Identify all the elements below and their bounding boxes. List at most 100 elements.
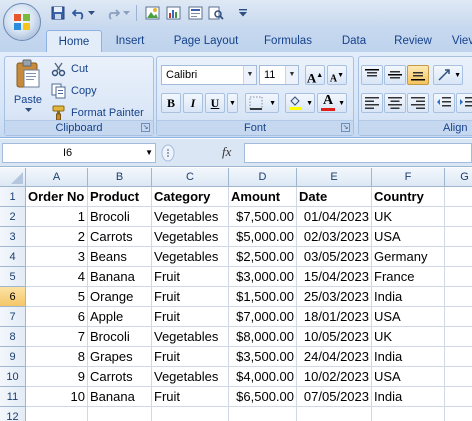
cell-country[interactable]: UK (372, 327, 445, 347)
cell-date[interactable]: 07/05/2023 (297, 387, 372, 407)
cell-product[interactable]: Beans (88, 247, 152, 267)
cell-country[interactable]: Germany (372, 247, 445, 267)
tab-data[interactable]: Data (332, 30, 376, 52)
font-name-select[interactable]: Calibri ▼ (161, 65, 257, 85)
header-cell-order-no[interactable]: Order No (26, 187, 88, 207)
empty-cell[interactable] (297, 407, 372, 421)
cell-product[interactable]: Orange (88, 287, 152, 307)
grip-icon[interactable] (160, 143, 176, 163)
column-header-col-d[interactable]: D (229, 168, 297, 187)
cell-date[interactable]: 18/01/2023 (297, 307, 372, 327)
italic-button[interactable]: I (183, 93, 203, 113)
decrease-indent-button[interactable] (433, 93, 455, 113)
top-align-button[interactable] (361, 65, 383, 85)
cell-amount[interactable]: $3,500.00 (229, 347, 297, 367)
orientation-button[interactable]: ▼ (433, 65, 463, 85)
clipboard-launcher-icon[interactable]: ↘ (141, 123, 150, 132)
row-header[interactable]: 5 (0, 267, 26, 287)
row-header[interactable]: 12 (0, 407, 26, 421)
row-header[interactable]: 6 (0, 287, 26, 307)
cell-category[interactable]: Vegetables (152, 247, 229, 267)
cell-product[interactable]: Carrots (88, 367, 152, 387)
underline-dropdown-icon[interactable]: ▼ (227, 93, 238, 113)
header-cell-product[interactable]: Product (88, 187, 152, 207)
font-size-select[interactable]: 11 ▼ (259, 65, 299, 85)
empty-cell[interactable] (445, 267, 472, 287)
cell-amount[interactable]: $3,000.00 (229, 267, 297, 287)
cell-country[interactable]: France (372, 267, 445, 287)
cell-category[interactable]: Vegetables (152, 327, 229, 347)
font-color-button[interactable]: A ▼ (317, 93, 347, 113)
empty-cell[interactable] (445, 327, 472, 347)
grow-font-button[interactable]: A▲ (305, 65, 325, 85)
print-preview-icon[interactable] (207, 4, 225, 22)
column-header-col-b[interactable]: B (88, 168, 152, 187)
cell-order-no[interactable]: 6 (26, 307, 88, 327)
save-icon[interactable] (49, 4, 67, 22)
cell-country[interactable]: USA (372, 367, 445, 387)
name-box[interactable]: I6 ▼ (2, 143, 156, 163)
cell-date[interactable]: 02/03/2023 (297, 227, 372, 247)
empty-cell[interactable] (445, 387, 472, 407)
empty-cell[interactable] (229, 407, 297, 421)
bottom-align-button[interactable] (407, 65, 429, 85)
cell-order-no[interactable]: 5 (26, 287, 88, 307)
paste-button[interactable]: Paste (9, 59, 47, 121)
chevron-down-icon[interactable]: ▼ (306, 94, 313, 112)
cell-order-no[interactable]: 10 (26, 387, 88, 407)
chevron-down-icon[interactable]: ▼ (338, 94, 345, 112)
empty-cell[interactable] (445, 367, 472, 387)
cell-order-no[interactable]: 2 (26, 227, 88, 247)
cell-category[interactable]: Fruit (152, 267, 229, 287)
empty-cell[interactable] (372, 407, 445, 421)
empty-cell[interactable] (445, 287, 472, 307)
form-icon[interactable] (186, 4, 204, 22)
cell-amount[interactable]: $7,500.00 (229, 207, 297, 227)
empty-cell[interactable] (445, 207, 472, 227)
undo-dropdown-icon[interactable] (86, 4, 96, 22)
cell-product[interactable]: Banana (88, 267, 152, 287)
tab-formulas[interactable]: Formulas (253, 30, 323, 52)
cell-product[interactable]: Grapes (88, 347, 152, 367)
fill-color-button[interactable]: ▼ (285, 93, 315, 113)
cut-button[interactable]: Cut (51, 61, 88, 77)
row-header[interactable]: 3 (0, 227, 26, 247)
cell-amount[interactable]: $8,000.00 (229, 327, 297, 347)
formula-input[interactable] (244, 143, 472, 163)
empty-cell[interactable] (88, 407, 152, 421)
empty-cell[interactable] (445, 347, 472, 367)
format-painter-button[interactable]: Format Painter (51, 105, 144, 121)
cell-date[interactable]: 25/03/2023 (297, 287, 372, 307)
chevron-down-icon[interactable]: ▼ (243, 66, 256, 84)
cell-date[interactable]: 10/02/2023 (297, 367, 372, 387)
chart-icon[interactable] (164, 4, 182, 22)
cell-country[interactable]: India (372, 347, 445, 367)
middle-align-button[interactable] (384, 65, 406, 85)
row-header[interactable]: 4 (0, 247, 26, 267)
row-header[interactable]: 1 (0, 187, 26, 207)
cell-category[interactable]: Fruit (152, 287, 229, 307)
align-left-button[interactable] (361, 93, 383, 113)
cell-country[interactable]: India (372, 387, 445, 407)
cell-order-no[interactable]: 8 (26, 347, 88, 367)
align-center-button[interactable] (384, 93, 406, 113)
cell-country[interactable]: India (372, 287, 445, 307)
insert-function-button[interactable]: fx (222, 144, 231, 160)
header-cell-date[interactable]: Date (297, 187, 372, 207)
column-header-col-e[interactable]: E (297, 168, 372, 187)
row-header[interactable]: 11 (0, 387, 26, 407)
chevron-down-icon[interactable]: ▼ (285, 66, 298, 84)
cell-country[interactable]: USA (372, 307, 445, 327)
cell-date[interactable]: 01/04/2023 (297, 207, 372, 227)
cell-product[interactable]: Brocoli (88, 327, 152, 347)
tab-review[interactable]: Review (384, 30, 442, 52)
empty-cell[interactable] (445, 187, 472, 207)
redo-dropdown-icon[interactable] (121, 4, 131, 22)
row-header[interactable]: 9 (0, 347, 26, 367)
column-header-col-f[interactable]: F (372, 168, 445, 187)
cell-country[interactable]: USA (372, 227, 445, 247)
empty-cell[interactable] (26, 407, 88, 421)
row-header[interactable]: 7 (0, 307, 26, 327)
cell-category[interactable]: Vegetables (152, 227, 229, 247)
cell-category[interactable]: Vegetables (152, 367, 229, 387)
